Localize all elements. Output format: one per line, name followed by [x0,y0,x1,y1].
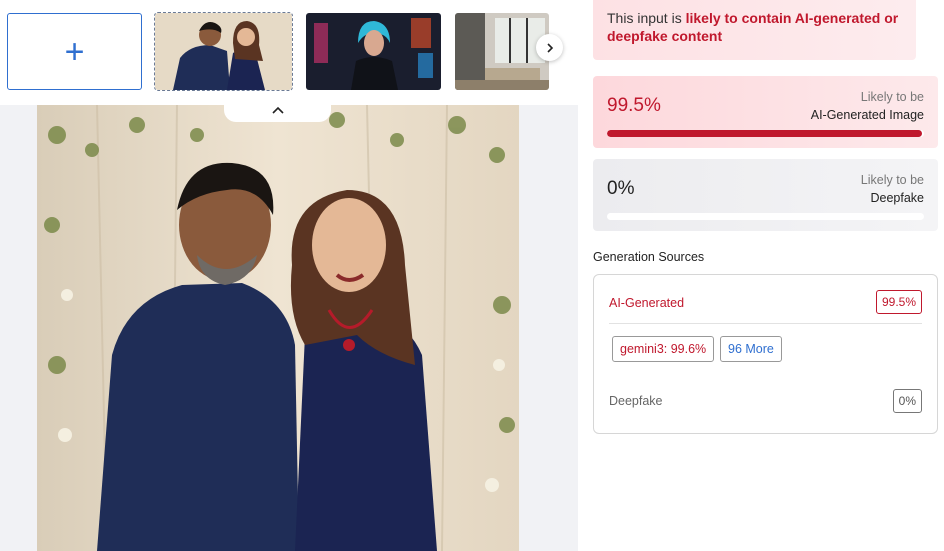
verdict-prefix: This input is [607,10,686,26]
ai-generated-progress-fill [607,130,923,137]
more-models-button[interactable]: 96 More [720,336,782,362]
plus-icon: + [64,32,85,71]
model-score-chip[interactable]: gemini3: 99.6% [612,336,715,362]
generation-sources-box: AI-Generated 99.5% gemini3: 99.6% 96 Mor… [593,274,938,434]
thumbnail-living-room[interactable] [455,13,549,90]
ai-generated-score-card: 99.5% Likely to be AI-Generated Image [593,76,938,148]
source-deepfake-badge: 0% [892,389,922,413]
results-panel: This input is likely to contain AI-gener… [578,0,944,551]
ai-card-label: AI-Generated Image [810,108,924,122]
chevron-right-icon [546,42,553,53]
verdict-banner: This input is likely to contain AI-gener… [593,0,916,60]
image-pane: + [0,0,578,551]
thumbnail-strip: + [0,0,578,105]
ai-generated-caption: Likely to be AI-Generated Image [811,88,924,124]
deepfake-card-label: Deepfake [870,191,924,205]
deepfake-likely-text: Likely to be [860,173,924,187]
ai-generated-progress-bar [607,130,924,137]
deepfake-caption: Likely to be Deepfake [861,171,924,207]
generation-sources-title: Generation Sources [593,250,705,264]
thumbnail-cyberpunk-woman[interactable] [306,13,441,90]
deepfake-score-card: 0% Likely to be Deepfake [593,159,938,231]
ai-likely-text: Likely to be [860,90,924,104]
thumbnail-couple-photo[interactable] [154,12,293,91]
source-deepfake-label: Deepfake [609,394,663,408]
analyzed-photo [37,105,519,551]
deepfake-percent: 0% [607,178,635,199]
collapse-strip-button[interactable] [224,98,331,122]
source-ai-generated-label: AI-Generated [609,296,685,310]
chevron-up-icon [271,106,284,114]
next-thumbnails-button[interactable] [536,34,563,61]
deepfake-progress-bar [607,213,924,220]
sources-divider [609,323,922,324]
add-image-button[interactable]: + [7,13,142,90]
ai-generated-percent: 99.5% [607,95,661,116]
source-ai-generated-badge: 99.5% [875,290,922,314]
